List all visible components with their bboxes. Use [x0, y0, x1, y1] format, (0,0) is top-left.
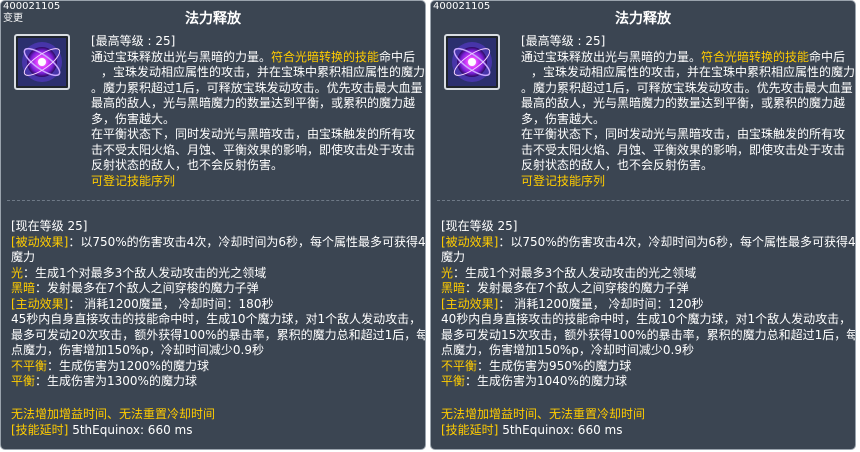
light-dark-skill-highlight: 符合光暗转换的技能: [271, 49, 380, 64]
skill-delay: [技能延时] 5thEquinox: 660 ms: [441, 423, 851, 439]
desc-line: 在平衡状态下，同时发动光与黑暗攻击，由宝珠触发的所有攻: [91, 127, 416, 141]
desc-text: 通过宝珠释放出光与黑暗的力量。: [91, 49, 272, 64]
dark-label: 黑暗: [441, 281, 466, 295]
skill-delay: [技能延时] 5thEquinox: 660 ms: [11, 423, 421, 439]
active-text: ： 消耗1200魔量， 冷却时间：120秒: [498, 296, 704, 311]
skill-title: 法力释放: [615, 11, 671, 27]
delay-text: 5thEquinox: 660 ms: [498, 422, 623, 437]
desc-text: 通过宝珠释放出光与黑暗的力量。: [521, 49, 702, 64]
buff-note: 无法增加增益时间、无法重置冷却时间: [11, 407, 216, 421]
skill-title: 法力释放: [185, 11, 241, 27]
active-line: 点魔力，伤害增加150%p，冷却时间减少0.9秒: [11, 343, 265, 357]
active-line: 点魔力，伤害增加150%p，冷却时间减少0.9秒: [441, 343, 695, 357]
desc-line: 击不受太阳火焰、月蚀、平衡效果的影响，即使攻击处于攻击: [91, 142, 416, 157]
passive-label: [被动效果]: [441, 234, 499, 249]
desc-line: 反射状态的敌人，也不会反射伤害。: [521, 158, 714, 172]
current-level: [现在等级 25]: [11, 219, 88, 233]
unbalanced-text: ：生成伤害为950%的魔力球: [477, 358, 632, 373]
active-line: 最多可发动15次攻击，额外获得100%的暴击率，累积的魔力总和超过1后，每: [441, 327, 856, 342]
passive-cont: 魔力: [11, 250, 36, 264]
passive-label: [被动效果]: [11, 234, 69, 249]
current-level: [现在等级 25]: [441, 219, 518, 233]
passive-effect: [被动效果]：以750%的伤害攻击4次，冷却时间为6秒，每个属性最多可获得4: [441, 234, 855, 251]
skill-icon-frame: [14, 34, 70, 90]
skill-icon-frame: [444, 34, 500, 90]
skill-description: [最高等级 : 25] 通过宝珠释放出光与黑暗的力量。符合光暗转换的技能命中后 …: [91, 34, 426, 189]
active-text: ： 消耗1200魔量， 冷却时间：180秒: [68, 296, 274, 311]
desc-text: 命中后: [379, 49, 416, 64]
active-line: 40秒内自身直接攻击的技能命中时，生成10个魔力球，对1个敌人发动攻击，: [441, 312, 852, 326]
skill-footer: 无法增加增益时间、无法重置冷却时间 [技能延时] 5thEquinox: 660…: [441, 407, 851, 438]
dark-effect: 黑暗：发射最多在7个敌人之间穿梭的魔力子弹: [441, 281, 851, 297]
desc-line: 通过宝珠释放出光与黑暗的力量。符合光暗转换的技能命中后: [521, 50, 853, 66]
active-line: 45秒内自身直接攻击的技能命中时，生成10个魔力球，对1个敌人发动攻击，: [11, 312, 422, 326]
desc-line: 最高的敌人，光与黑暗魔力的数量达到平衡，或累积的魔力越: [91, 96, 416, 110]
balanced-label: 平衡: [441, 374, 466, 388]
max-level: [最高等级 : 25]: [91, 34, 176, 48]
desc-line: 。魔力累积超过1后，可释放宝珠发动攻击。优先攻击最大血量: [521, 80, 853, 95]
divider: [7, 200, 419, 202]
desc-text: 命中后: [809, 49, 846, 64]
light-label: 光: [441, 265, 454, 280]
skill-sequence-note: 可登记技能序列: [521, 173, 606, 188]
passive-cont: 魔力: [441, 250, 466, 264]
light-dark-skill-highlight: 符合光暗转换的技能: [701, 49, 810, 64]
balanced-effect: 平衡：生成伤害为1040%的魔力球: [441, 374, 851, 390]
desc-line: 在平衡状态下，同时发动光与黑暗攻击，由宝珠触发的所有攻: [521, 127, 846, 141]
active-effect: [主动效果]： 消耗1200魔量， 冷却时间：180秒: [11, 297, 421, 313]
unbalanced-effect: 不平衡：生成伤害为950%的魔力球: [441, 359, 851, 375]
light-text: ：生成1个对最多3个敌人发动攻击的光之领域: [23, 265, 267, 280]
light-label: 光: [11, 265, 24, 280]
dark-text: ：发射最多在7个敌人之间穿梭的魔力子弹: [465, 281, 689, 295]
light-effect: 光：生成1个对最多3个敌人发动攻击的光之领域: [11, 266, 421, 282]
active-label: [主动效果]: [441, 296, 499, 311]
passive-effect: [被动效果]：以750%的伤害攻击4次，冷却时间为6秒，每个属性最多可获得4: [11, 234, 425, 251]
desc-line: ，宝珠发动相应属性的攻击，并在宝珠中累积相应属性的魔力: [101, 65, 426, 79]
skill-tooltip-current: 400021105 变更 法力释放 [最高等级 : 25] 通过宝珠释放出光与黑…: [0, 0, 426, 450]
mana-orb-icon: [448, 38, 496, 86]
delay-text: 5thEquinox: 660 ms: [68, 422, 193, 437]
active-label: [主动效果]: [11, 296, 69, 311]
active-effect: [主动效果]： 消耗1200魔量， 冷却时间：120秒: [441, 297, 851, 313]
balanced-label: 平衡: [11, 374, 36, 388]
current-level-info: [现在等级 25] [被动效果]：以750%的伤害攻击4次，冷却时间为6秒，每个…: [11, 219, 426, 390]
unbalanced-effect: 不平衡：生成伤害为1200%的魔力球: [11, 359, 421, 375]
skill-description: [最高等级 : 25] 通过宝珠释放出光与黑暗的力量。符合光暗转换的技能命中后 …: [521, 34, 856, 189]
desc-line: 通过宝珠释放出光与黑暗的力量。符合光暗转换的技能命中后: [91, 50, 423, 66]
desc-line: 多，伤害越大。: [91, 111, 176, 126]
light-effect: 光：生成1个对最多3个敌人发动攻击的光之领域: [441, 266, 851, 282]
desc-line: 反射状态的敌人，也不会反射伤害。: [91, 158, 284, 172]
balanced-effect: 平衡：生成伤害为1300%的魔力球: [11, 374, 421, 390]
light-text: ：生成1个对最多3个敌人发动攻击的光之领域: [453, 265, 697, 280]
unbalanced-label: 不平衡: [441, 358, 478, 373]
desc-line: 多，伤害越大。: [521, 111, 606, 126]
desc-line: 。魔力累积超过1后，可释放宝珠发动攻击。优先攻击最大血量: [91, 80, 423, 95]
passive-text: ：以750%的伤害攻击4次，冷却时间为6秒，每个属性最多可获得4: [498, 234, 856, 249]
balanced-text: ：生成伤害为1040%的魔力球: [465, 374, 627, 388]
desc-line: ，宝珠发动相应属性的攻击，并在宝珠中累积相应属性的魔力: [531, 65, 856, 79]
unbalanced-label: 不平衡: [11, 358, 48, 373]
skill-sequence-note: 可登记技能序列: [91, 173, 176, 188]
dark-text: ：发射最多在7个敌人之间穿梭的魔力子弹: [35, 281, 259, 295]
skill-tooltip-changed: 400021105 法力释放 [最高等级 : 25] 通过宝珠释放出光与黑暗的力…: [430, 0, 856, 450]
desc-line: 最高的敌人，光与黑暗魔力的数量达到平衡，或累积的魔力越: [521, 96, 846, 110]
dark-effect: 黑暗：发射最多在7个敌人之间穿梭的魔力子弹: [11, 281, 421, 297]
buff-note: 无法增加增益时间、无法重置冷却时间: [441, 407, 646, 421]
skill-footer: 无法增加增益时间、无法重置冷却时间 [技能延时] 5thEquinox: 660…: [11, 407, 421, 438]
max-level: [最高等级 : 25]: [521, 34, 606, 48]
dark-label: 黑暗: [11, 281, 36, 295]
current-level-info: [现在等级 25] [被动效果]：以750%的伤害攻击4次，冷却时间为6秒，每个…: [441, 219, 856, 390]
active-line: 最多可发动20次攻击，额外获得100%的暴击率，累积的魔力总和超过1后，每: [11, 327, 426, 342]
desc-line: 击不受太阳火焰、月蚀、平衡效果的影响，即使攻击处于攻击: [521, 142, 846, 157]
balanced-text: ：生成伤害为1300%的魔力球: [35, 374, 197, 388]
delay-label: [技能延时]: [441, 422, 499, 437]
unbalanced-text: ：生成伤害为1200%的魔力球: [47, 358, 209, 373]
mana-orb-icon: [18, 38, 66, 86]
passive-text: ：以750%的伤害攻击4次，冷却时间为6秒，每个属性最多可获得4: [68, 234, 426, 249]
delay-label: [技能延时]: [11, 422, 69, 437]
divider: [437, 200, 849, 202]
